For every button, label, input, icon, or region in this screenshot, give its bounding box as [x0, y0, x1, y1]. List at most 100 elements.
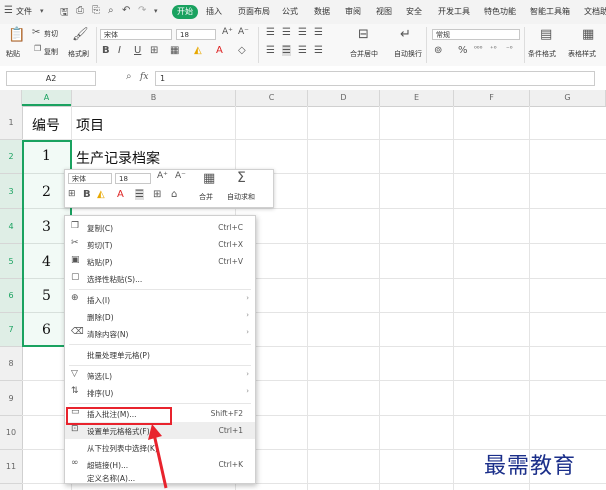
row-5-header[interactable]: 5 — [0, 244, 22, 279]
name-box[interactable]: A2 — [6, 71, 96, 86]
tab-page-layout[interactable]: 页面布局 — [238, 6, 270, 17]
menu-item-insert[interactable]: ⊕ 插入(I) › — [65, 291, 255, 308]
menu-item-clear[interactable]: ⌫ 清除内容(N) › — [65, 325, 255, 342]
currency-icon[interactable]: ⊚ — [434, 45, 442, 56]
row-2-header[interactable]: 2 — [0, 140, 22, 174]
row-11-header[interactable]: 11 — [0, 450, 22, 484]
mini-font-grow-icon[interactable]: A⁺ — [157, 171, 168, 181]
mini-font-size-select[interactable]: 18 — [115, 173, 151, 184]
select-all-corner[interactable] — [0, 90, 22, 106]
cond-format-button[interactable]: 条件格式 — [528, 49, 556, 59]
tab-security[interactable]: 安全 — [406, 6, 422, 17]
chevron-down-icon[interactable]: ▾ — [154, 7, 158, 15]
cell-a3[interactable]: 2 — [42, 184, 51, 200]
mini-merge-icon[interactable]: ▦ — [203, 171, 215, 186]
menu-item-paste[interactable]: ▣ 粘贴(P) Ctrl+V — [65, 253, 255, 270]
menu-item-sort[interactable]: ⇅ 排序(U) › — [65, 384, 255, 401]
row-7-header[interactable]: 7 — [0, 313, 22, 347]
mini-font-color-button[interactable]: A — [117, 189, 124, 200]
eraser-icon[interactable]: ◇ — [238, 45, 246, 56]
row-8-header[interactable]: 8 — [0, 347, 22, 381]
cond-format-icon[interactable]: ▤ — [540, 27, 552, 42]
table-style-button[interactable]: 表格样式 — [568, 49, 596, 59]
font-name-select[interactable]: 宋体 — [100, 29, 172, 40]
cell-a7[interactable]: 6 — [42, 322, 51, 338]
number-format-select[interactable]: 常规 — [432, 29, 520, 40]
tab-formula[interactable]: 公式 — [282, 6, 298, 17]
mini-format-painter-icon[interactable]: ⌂ — [171, 189, 177, 200]
merge-center-button[interactable]: 合并居中 — [350, 49, 378, 59]
menu-item-delete[interactable]: 删除(D) › — [65, 308, 255, 325]
tab-developer[interactable]: 开发工具 — [438, 6, 470, 17]
tab-start[interactable]: 开始 — [172, 5, 198, 19]
menu-item-cut[interactable]: ✂ 剪切(T) Ctrl+X — [65, 236, 255, 253]
cell-b1[interactable]: 项目 — [76, 115, 104, 135]
redo-icon[interactable]: ↷ — [138, 5, 146, 16]
bold-button[interactable]: B — [102, 45, 110, 56]
export-icon[interactable]: ⎙ — [76, 5, 84, 16]
row-1-header[interactable]: 1 — [0, 106, 22, 140]
chevron-down-icon[interactable]: ▾ — [40, 7, 44, 15]
indent-icon[interactable]: ☰ — [314, 27, 323, 38]
mini-sum-icon[interactable]: Σ — [237, 170, 246, 186]
cell-fill-icon[interactable]: ▦ — [170, 45, 179, 56]
mini-fill-color-icon[interactable]: ◭ — [97, 189, 105, 200]
align-middle-icon[interactable]: ☰ — [282, 27, 291, 38]
cell-b2[interactable]: 生产记录档案 — [76, 148, 160, 168]
cell-a6[interactable]: 5 — [42, 288, 51, 304]
column-f-header[interactable]: F — [454, 90, 530, 106]
mini-align-center-icon[interactable]: ☰ — [135, 189, 144, 200]
tab-view[interactable]: 视图 — [376, 6, 392, 17]
row-4-header[interactable]: 4 — [0, 209, 22, 244]
menu-file[interactable]: 文件 — [16, 6, 32, 17]
formula-input[interactable]: 1 — [155, 71, 595, 86]
menu-item-batch[interactable]: 批量处理单元格(P) — [65, 346, 255, 363]
border-icon[interactable]: ⊞ — [150, 45, 158, 56]
print-icon[interactable]: ⎘ — [92, 5, 100, 16]
mini-bold-button[interactable]: B — [83, 189, 91, 200]
menu-item-filter[interactable]: ▽ 筛选(L) › — [65, 367, 255, 384]
fx-icon[interactable]: fx — [140, 72, 148, 82]
tab-doc-helper[interactable]: 文档助手 — [584, 6, 606, 17]
wrap-text-button[interactable]: 自动换行 — [394, 49, 422, 59]
preview-icon[interactable]: ⌕ — [108, 5, 114, 16]
column-g-header[interactable]: G — [530, 90, 606, 106]
wrap-text-icon[interactable]: ↵ — [400, 27, 411, 42]
font-size-select[interactable]: 18 — [176, 29, 216, 40]
column-c-header[interactable]: C — [236, 90, 308, 106]
hamburger-icon[interactable]: ☰ — [4, 5, 13, 16]
cut-button[interactable]: 剪切 — [44, 29, 58, 39]
scissors-icon[interactable]: ✂ — [32, 27, 40, 38]
undo-icon[interactable]: ↶ — [122, 5, 130, 16]
paste-icon[interactable]: 📋 — [8, 27, 25, 43]
column-d-header[interactable]: D — [308, 90, 380, 106]
justify-icon[interactable]: ☰ — [314, 45, 323, 56]
format-painter-icon[interactable]: 🖌 — [72, 27, 89, 42]
mini-font-name-select[interactable]: 宋体 — [68, 173, 112, 184]
fill-color-icon[interactable]: ◭ — [194, 45, 202, 56]
copy-icon[interactable]: ❐ — [34, 44, 41, 53]
zoom-icon[interactable]: ⌕ — [126, 71, 132, 82]
menu-item-copy[interactable]: ❐ 复制(C) Ctrl+C — [65, 219, 255, 236]
cell-a5[interactable]: 4 — [42, 254, 51, 270]
font-grow-icon[interactable]: A⁺ — [222, 27, 233, 37]
cell-a1[interactable]: 编号 — [32, 115, 60, 135]
font-shrink-icon[interactable]: A⁻ — [238, 27, 249, 37]
tab-special[interactable]: 特色功能 — [484, 6, 516, 17]
save-icon[interactable]: 🖫 — [60, 5, 69, 22]
align-right-icon[interactable]: ☰ — [298, 45, 307, 56]
row-3-header[interactable]: 3 — [0, 174, 22, 209]
row-6-header[interactable]: 6 — [0, 279, 22, 313]
cell-a4[interactable]: 3 — [42, 219, 51, 235]
mini-border-icon[interactable]: ⊞ — [153, 189, 161, 200]
thousands-icon[interactable]: ⁰⁰⁰ — [474, 45, 482, 53]
row-10-header[interactable]: 10 — [0, 416, 22, 450]
italic-button[interactable]: I — [118, 45, 121, 56]
merge-center-icon[interactable]: ⊟ — [358, 27, 369, 42]
paste-button[interactable]: 粘贴 — [6, 49, 20, 59]
mini-merge-button[interactable]: 合并 — [199, 192, 213, 202]
tab-review[interactable]: 审阅 — [345, 6, 361, 17]
decrease-decimal-icon[interactable]: ⁻⁰ — [506, 45, 513, 53]
align-center-icon[interactable]: ☰ — [282, 45, 291, 56]
table-style-icon[interactable]: ▦ — [582, 27, 594, 42]
